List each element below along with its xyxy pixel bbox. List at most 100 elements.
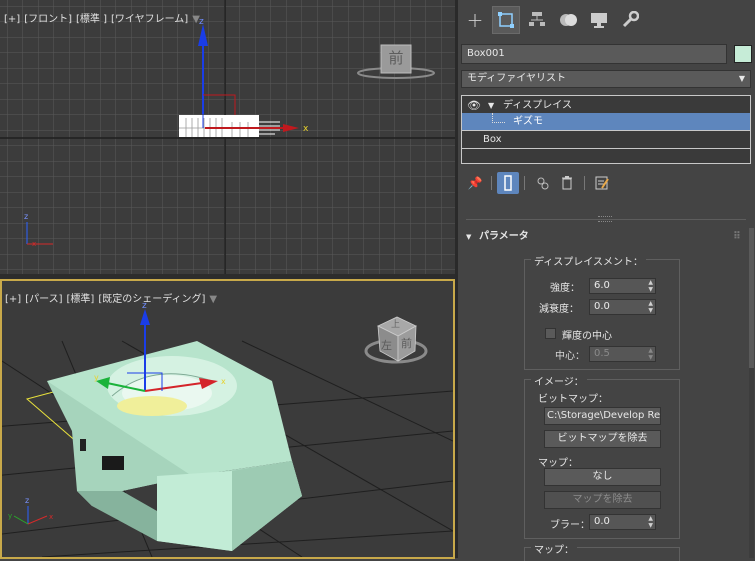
rollout-title: パラメータ: [479, 231, 529, 242]
spinner-arrows-icon[interactable]: ▲ ▼: [648, 347, 653, 361]
stack-separator: [462, 148, 750, 149]
viewcube-front-label[interactable]: 前: [401, 335, 412, 351]
remove-bitmap-button[interactable]: ビットマップを除去: [544, 430, 661, 448]
tree-line: [492, 113, 505, 123]
object-color-swatch[interactable]: [734, 45, 752, 63]
tab-create[interactable]: +: [461, 6, 489, 34]
vp-menu-view[interactable]: [フロント]: [24, 14, 72, 25]
spinner-arrows-icon[interactable]: ▲ ▼: [648, 515, 653, 529]
motion-icon: [560, 14, 577, 26]
center-spinner[interactable]: 0.5 ▲ ▼: [589, 346, 656, 362]
toolbar-divider: [524, 176, 525, 190]
stack-item-label: ディスプレイス: [503, 100, 572, 111]
toolbar-divider: [491, 176, 492, 190]
vp-menu-plus[interactable]: [+]: [5, 294, 21, 305]
blur-value: 0.0: [594, 516, 610, 527]
make-unique-button[interactable]: [532, 172, 554, 194]
blur-spinner[interactable]: 0.0 ▲ ▼: [589, 514, 656, 530]
luminance-center-label: 輝度の中心: [562, 331, 612, 342]
viewcube-top-label[interactable]: 上: [391, 317, 400, 330]
modifier-stack: 👁 ▼ ディスプレイス ギズモ Box: [461, 95, 751, 164]
decay-label: 減衰度：: [539, 304, 579, 315]
remove-map-button[interactable]: マップを除去: [544, 491, 661, 509]
trash-icon: [562, 176, 572, 190]
make-unique-icon: [537, 177, 549, 190]
pin-icon: 📌: [467, 176, 483, 190]
map-label: マップ：: [538, 458, 578, 469]
map-section-title: マップ：: [531, 541, 577, 556]
filter-icon[interactable]: ▼: [192, 14, 200, 25]
wrench-icon: [622, 11, 639, 28]
stack-base-label: Box: [483, 134, 502, 145]
bitmap-label: ビットマップ：: [538, 394, 608, 405]
modify-icon: [498, 12, 514, 28]
front-grid: z x z x: [0, 0, 455, 274]
toolbar-divider: [584, 176, 585, 190]
scrollbar-thumb[interactable]: [749, 228, 754, 368]
vp-menu-standard[interactable]: [標準]: [67, 294, 95, 305]
modifier-list-dropdown[interactable]: モディファイヤリスト ▼: [461, 70, 751, 88]
collapse-triangle-icon: ▼: [466, 233, 472, 241]
strength-label: 強度：: [550, 283, 580, 294]
perspective-viewport[interactable]: z x y z x y 上 左 前 [+] [パース] [標準] [既定のシェーディン…: [0, 279, 455, 559]
bitmap-path-button[interactable]: C:\Storage\Develop Rep: [544, 407, 661, 425]
chevron-down-icon: ▼: [738, 74, 745, 83]
rollout-grip-icon: ⠿: [733, 231, 741, 242]
svg-text:x: x: [32, 240, 36, 248]
tab-modify[interactable]: [492, 6, 520, 34]
decay-spinner[interactable]: 0.0 ▲ ▼: [589, 299, 656, 315]
configure-modifier-sets-button[interactable]: [591, 172, 613, 194]
stack-item-displace[interactable]: 👁 ▼ ディスプレイス: [462, 97, 750, 114]
command-panel: + Box001 モディファイヤリスト ▼ 👁 ▼ ディスプレイス ギズモ Bo…: [458, 0, 755, 561]
viewcube-left-label[interactable]: 左: [381, 337, 392, 353]
parameters-rollout-header[interactable]: ▼ パラメータ ⠿: [461, 229, 751, 245]
show-end-result-button[interactable]: [497, 172, 519, 194]
tab-hierarchy[interactable]: [523, 6, 551, 34]
perspective-viewport-label[interactable]: [+] [パース] [標準] [既定のシェーディング] ▼: [5, 290, 221, 305]
tab-display[interactable]: [585, 6, 613, 34]
object-name-row: Box001: [461, 44, 752, 64]
vp-menu-shading[interactable]: [ワイヤフレーム]: [111, 14, 188, 25]
viewcube-face-label[interactable]: 前: [383, 47, 409, 68]
panel-scrollbar[interactable]: [749, 228, 754, 558]
stack-subitem-label: ギズモ: [513, 116, 543, 127]
pin-stack-button[interactable]: 📌: [464, 172, 486, 194]
map-none-button[interactable]: なし: [544, 468, 661, 486]
tab-motion[interactable]: [554, 6, 582, 34]
map-group: マップ：: [524, 541, 680, 561]
vp-menu-view[interactable]: [パース]: [25, 294, 62, 305]
blur-label: ブラー：: [550, 520, 590, 531]
display-icon: [591, 13, 607, 28]
spinner-arrows-icon[interactable]: ▲ ▼: [648, 300, 653, 314]
tab-utilities[interactable]: [616, 6, 644, 34]
image-group: イメージ： ビットマップ： C:\Storage\Develop Rep ビット…: [524, 373, 680, 539]
configure-icon: [595, 176, 609, 190]
front-viewport[interactable]: z x z x 前 [+] [フロント] [標準 ] [ワイヤフレーム] ▼: [0, 0, 455, 275]
object-name-field[interactable]: Box001: [461, 44, 727, 64]
front-viewport-label[interactable]: [+] [フロント] [標準 ] [ワイヤフレーム] ▼: [4, 10, 204, 25]
resize-grip[interactable]: [598, 216, 612, 222]
luminance-center-checkbox[interactable]: [545, 328, 556, 339]
stack-item-box[interactable]: Box: [462, 131, 750, 148]
strength-spinner[interactable]: 6.0 ▲ ▼: [589, 278, 656, 294]
command-panel-tabs: +: [458, 6, 755, 40]
remove-modifier-button[interactable]: [556, 172, 578, 194]
svg-text:x: x: [303, 124, 309, 134]
svg-text:x: x: [221, 377, 226, 386]
end-result-icon: [504, 175, 512, 191]
spinner-arrows-icon[interactable]: ▲ ▼: [648, 279, 653, 293]
expand-triangle-icon[interactable]: ▼: [488, 97, 494, 114]
plus-icon: +: [466, 8, 484, 32]
strength-value: 6.0: [594, 280, 610, 291]
vp-menu-plus[interactable]: [+]: [4, 14, 20, 25]
vp-menu-standard[interactable]: [標準 ]: [76, 14, 107, 25]
eye-icon[interactable]: 👁: [467, 97, 481, 114]
svg-text:x: x: [49, 513, 53, 521]
center-value: 0.5: [594, 348, 610, 359]
svg-text:y: y: [8, 512, 12, 520]
stack-item-gizmo[interactable]: ギズモ: [462, 113, 750, 130]
filter-icon[interactable]: ▼: [209, 294, 217, 305]
displacement-title: ディスプレイスメント：: [531, 253, 646, 268]
vp-menu-shading[interactable]: [既定のシェーディング]: [98, 294, 205, 305]
center-label: 中心：: [555, 351, 585, 362]
